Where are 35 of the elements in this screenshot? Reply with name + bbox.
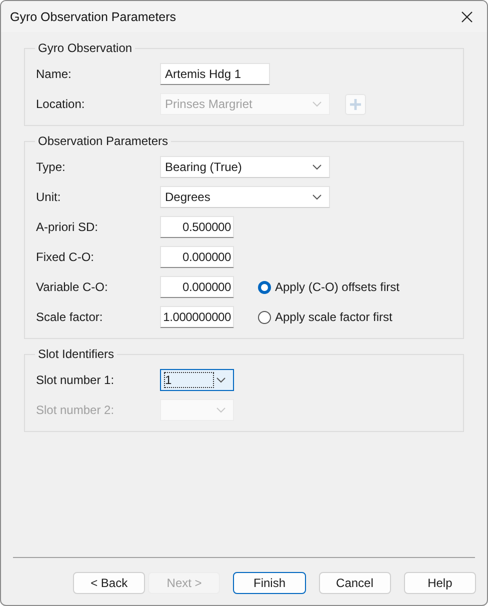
number-field[interactable]: 0.500000 [160, 216, 234, 238]
chevron-icon [312, 194, 322, 200]
field-label: Unit: [36, 190, 62, 204]
number-field[interactable]: 1.000000000 [160, 306, 234, 328]
field-label: A-priori SD: [36, 220, 100, 234]
radio-button[interactable]: Apply (C-O) offsets first [258, 280, 400, 294]
field-label: Name: [36, 67, 72, 81]
dialog-button[interactable]: Help [404, 572, 476, 594]
field-label: Type: [36, 160, 66, 174]
window-title: Gyro Observation Parameters [10, 10, 176, 24]
dialog-button[interactable]: Cancel [318, 572, 391, 594]
dialog-button[interactable]: Finish [233, 572, 306, 594]
close-icon [461, 10, 473, 22]
field-label: Location: [36, 97, 86, 111]
group-title: Observation Parameters [37, 134, 170, 148]
chevron-icon [312, 101, 322, 107]
field-label: Fixed C-O: [36, 250, 96, 264]
dropdown[interactable]: Degrees [160, 186, 330, 208]
chevron-icon [312, 164, 322, 170]
group-title: Gyro Observation [37, 41, 134, 55]
field-label: Slot number 1: [36, 373, 116, 387]
dropdown[interactable]: Bearing (True) [160, 156, 330, 178]
radio-button[interactable]: Apply scale factor first [258, 310, 392, 324]
field-label: Variable C-O: [36, 280, 109, 294]
chevron-icon [216, 377, 226, 383]
group-title: Slot Identifiers [37, 347, 116, 361]
dialog-button[interactable]: < Back [73, 572, 146, 594]
number-field[interactable]: 0.000000 [160, 246, 234, 268]
dropdown[interactable]: 1 [160, 369, 234, 391]
chevron-icon [216, 407, 226, 413]
field-label: Scale factor: [36, 310, 104, 324]
plus-icon [350, 98, 361, 110]
text-field[interactable]: Artemis Hdg 1 [160, 63, 270, 85]
field-label: Slot number 2: [36, 403, 116, 417]
number-field[interactable]: 0.000000 [160, 276, 234, 298]
